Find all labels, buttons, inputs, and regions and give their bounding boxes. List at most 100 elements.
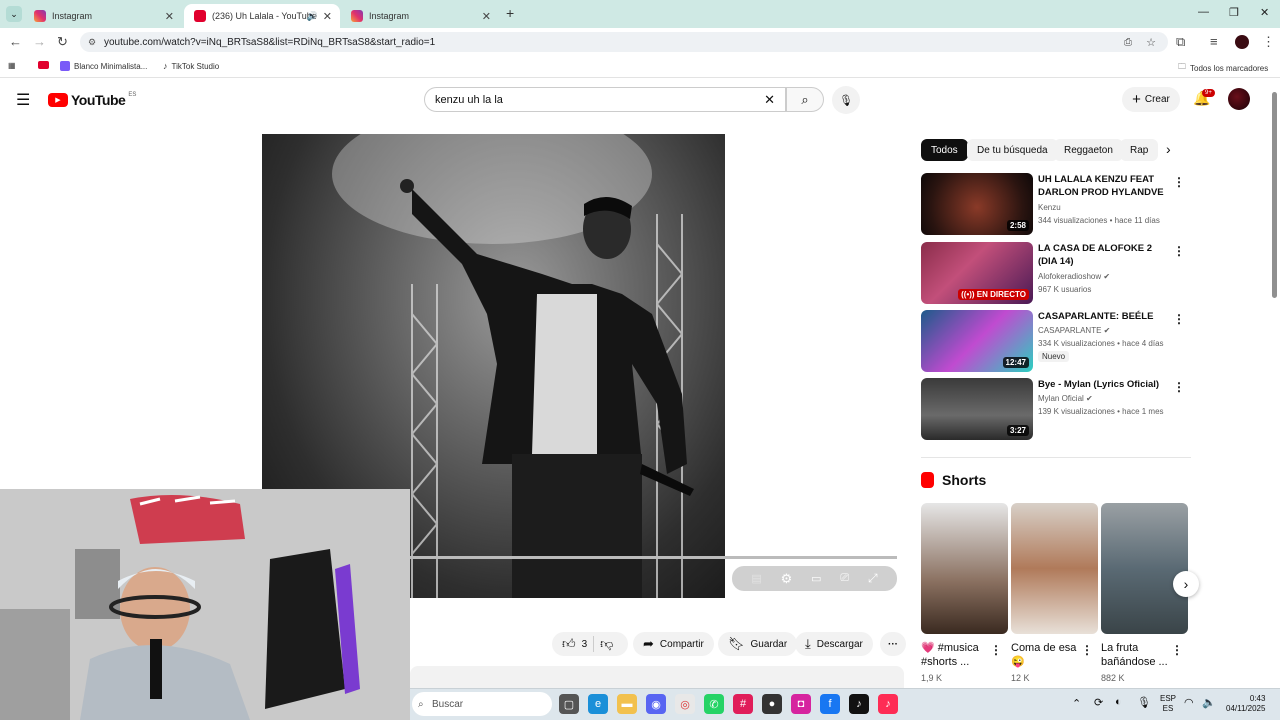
back-icon[interactable]: ←: [9, 34, 22, 49]
tab-instagram-1[interactable]: Instagram ✕: [24, 4, 182, 28]
site-info-icon[interactable]: ⚙: [88, 37, 96, 48]
video-thumbnail[interactable]: 2:58: [921, 173, 1033, 235]
more-options-icon[interactable]: ⋮: [1081, 643, 1093, 657]
theater-mode-icon[interactable]: ▭: [811, 572, 821, 585]
restore-button[interactable]: ❐: [1229, 6, 1239, 19]
bookmark-youtube[interactable]: [38, 61, 49, 69]
download-button[interactable]: ⤓ Descargar: [795, 632, 873, 656]
speaker-icon[interactable]: 🔊: [307, 11, 318, 22]
chip-de-tu-busqueda[interactable]: De tu búsqueda: [967, 139, 1058, 161]
edge-icon[interactable]: e: [588, 694, 608, 714]
more-actions-button[interactable]: ···: [880, 632, 906, 656]
video-thumbnail[interactable]: ((•)) EN DIRECTO: [921, 242, 1033, 304]
short-title[interactable]: Coma de esa 😜: [1011, 641, 1086, 669]
short-thumbnail[interactable]: [1101, 503, 1188, 634]
short-thumbnail[interactable]: [921, 503, 1008, 634]
create-button[interactable]: + Crear: [1122, 87, 1180, 112]
cast-icon[interactable]: ⎚: [840, 572, 849, 585]
tray-app-icon[interactable]: ◐: [1115, 696, 1122, 708]
reading-list-icon[interactable]: ≡: [1210, 34, 1218, 49]
close-icon[interactable]: ✕: [165, 10, 174, 23]
chip-todos[interactable]: Todos: [921, 139, 968, 161]
install-icon[interactable]: ⎙: [1124, 37, 1132, 48]
more-options-icon[interactable]: ⋮: [990, 643, 1002, 657]
tray-app-icon[interactable]: ⟳: [1094, 696, 1103, 709]
chrome-icon[interactable]: ◎: [675, 694, 695, 714]
recommended-video[interactable]: ((•)) EN DIRECTO LA CASA DE ALOFOKE 2 (D…: [921, 242, 1191, 304]
taskbar-search[interactable]: ⌕ Buscar: [412, 692, 552, 716]
instagram-icon[interactable]: ◘: [791, 694, 811, 714]
channel-name[interactable]: Mylan Oficial ✔: [1038, 394, 1093, 403]
fullscreen-icon[interactable]: ⤢: [868, 571, 878, 586]
chevron-right-icon[interactable]: ›: [1166, 141, 1171, 157]
minimize-button[interactable]: —: [1198, 6, 1209, 18]
language-indicator[interactable]: ESP ES: [1160, 694, 1176, 714]
close-icon[interactable]: ✕: [323, 10, 332, 23]
like-button[interactable]: 👍︎ 3: [562, 636, 587, 652]
channel-name[interactable]: Alofokeradioshow ✔: [1038, 272, 1110, 281]
more-options-icon[interactable]: ⋮: [1173, 312, 1185, 326]
chevron-up-icon[interactable]: ⌃: [1072, 697, 1081, 710]
apps-icon[interactable]: ▦: [8, 61, 16, 70]
youtube-logo[interactable]: ▶ YouTube ES: [48, 92, 136, 108]
task-view-icon[interactable]: ▢: [559, 694, 579, 714]
tab-youtube[interactable]: (236) Uh Lalala - YouTube 🔊 ✕: [184, 4, 340, 28]
tiktok-icon[interactable]: ♪: [849, 694, 869, 714]
recommended-video[interactable]: 12:47 CASAPARLANTE: BEÉLE CASAPARLANTE ✔…: [921, 310, 1191, 372]
search-input[interactable]: kenzu uh la la ✕: [424, 87, 786, 112]
subtitles-icon[interactable]: ▤: [751, 572, 761, 585]
profile-avatar[interactable]: [1235, 35, 1249, 49]
video-thumbnail[interactable]: 3:27: [921, 378, 1033, 440]
account-avatar[interactable]: [1228, 88, 1250, 110]
volume-icon[interactable]: 🔈: [1202, 696, 1216, 709]
shorts-next-button[interactable]: ›: [1173, 571, 1199, 597]
all-bookmarks[interactable]: 🗀 Todos los marcadores: [1178, 61, 1268, 75]
menu-icon[interactable]: ⋮: [1262, 34, 1275, 50]
recommended-video[interactable]: 3:27 Bye - Mylan (Lyrics Oficial) Mylan …: [921, 378, 1191, 440]
bookmark-blanco[interactable]: Blanco Minimalista...: [60, 61, 147, 71]
short-title[interactable]: La fruta bañándose ...: [1101, 641, 1176, 669]
settings-icon[interactable]: ⚙: [781, 571, 793, 587]
chip-rap[interactable]: Rap: [1120, 139, 1159, 161]
tab-search-button[interactable]: ⌄: [6, 6, 22, 22]
bookmark-tiktok[interactable]: ♪ TikTok Studio: [163, 61, 219, 71]
reload-icon[interactable]: ↻: [57, 34, 68, 50]
share-button[interactable]: ➦ Compartir: [633, 632, 714, 656]
voice-search-button[interactable]: 🎙: [832, 86, 860, 114]
more-options-icon[interactable]: ⋮: [1171, 643, 1183, 657]
whatsapp-icon[interactable]: ✆: [704, 694, 724, 714]
mic-icon[interactable]: 🎙: [1137, 696, 1151, 709]
video-title[interactable]: UH LALALA KENZU FEAT DARLON PROD HYLANDV…: [1038, 173, 1168, 199]
chip-reggaeton[interactable]: Reggaeton: [1054, 139, 1123, 161]
obs-icon[interactable]: ●: [762, 694, 782, 714]
channel-name[interactable]: CASAPARLANTE ✔: [1038, 326, 1110, 335]
more-options-icon[interactable]: ⋮: [1173, 175, 1185, 189]
search-button[interactable]: ⌕: [786, 87, 824, 112]
tab-instagram-2[interactable]: Instagram ✕: [341, 4, 499, 28]
forward-icon[interactable]: →: [33, 34, 46, 49]
slack-icon[interactable]: #: [733, 694, 753, 714]
dislike-icon[interactable]: 👎︎: [600, 636, 613, 652]
video-thumbnail[interactable]: 12:47: [921, 310, 1033, 372]
tiktok-studio-icon[interactable]: ♪: [878, 694, 898, 714]
discord-icon[interactable]: ◉: [646, 694, 666, 714]
more-options-icon[interactable]: ⋮: [1173, 380, 1185, 394]
short-thumbnail[interactable]: [1011, 503, 1098, 634]
recommended-video[interactable]: 2:58 UH LALALA KENZU FEAT DARLON PROD HY…: [921, 173, 1191, 235]
more-options-icon[interactable]: ⋮: [1173, 244, 1185, 258]
video-title[interactable]: CASAPARLANTE: BEÉLE: [1038, 310, 1168, 323]
video-title[interactable]: Bye - Mylan (Lyrics Oficial): [1038, 378, 1168, 391]
video-progress-bar[interactable]: [410, 556, 897, 559]
clock[interactable]: 0:43 04/11/2025: [1226, 694, 1265, 714]
clear-search-icon[interactable]: ✕: [764, 92, 775, 108]
short-title[interactable]: 💗 #musica #shorts ...: [921, 641, 996, 669]
video-title[interactable]: LA CASA DE ALOFOKE 2 (DIA 14): [1038, 242, 1168, 268]
new-tab-button[interactable]: +: [506, 5, 514, 21]
channel-name[interactable]: Kenzu: [1038, 203, 1061, 212]
wifi-icon[interactable]: ◠: [1184, 696, 1194, 709]
description-box[interactable]: [410, 666, 904, 688]
close-window-button[interactable]: ✕: [1260, 6, 1269, 19]
file-explorer-icon[interactable]: ▬: [617, 694, 637, 714]
address-bar[interactable]: ⚙ youtube.com/watch?v=iNq_BRTsaS8&list=R…: [80, 32, 1168, 52]
extensions-icon[interactable]: ⧉: [1176, 34, 1185, 50]
